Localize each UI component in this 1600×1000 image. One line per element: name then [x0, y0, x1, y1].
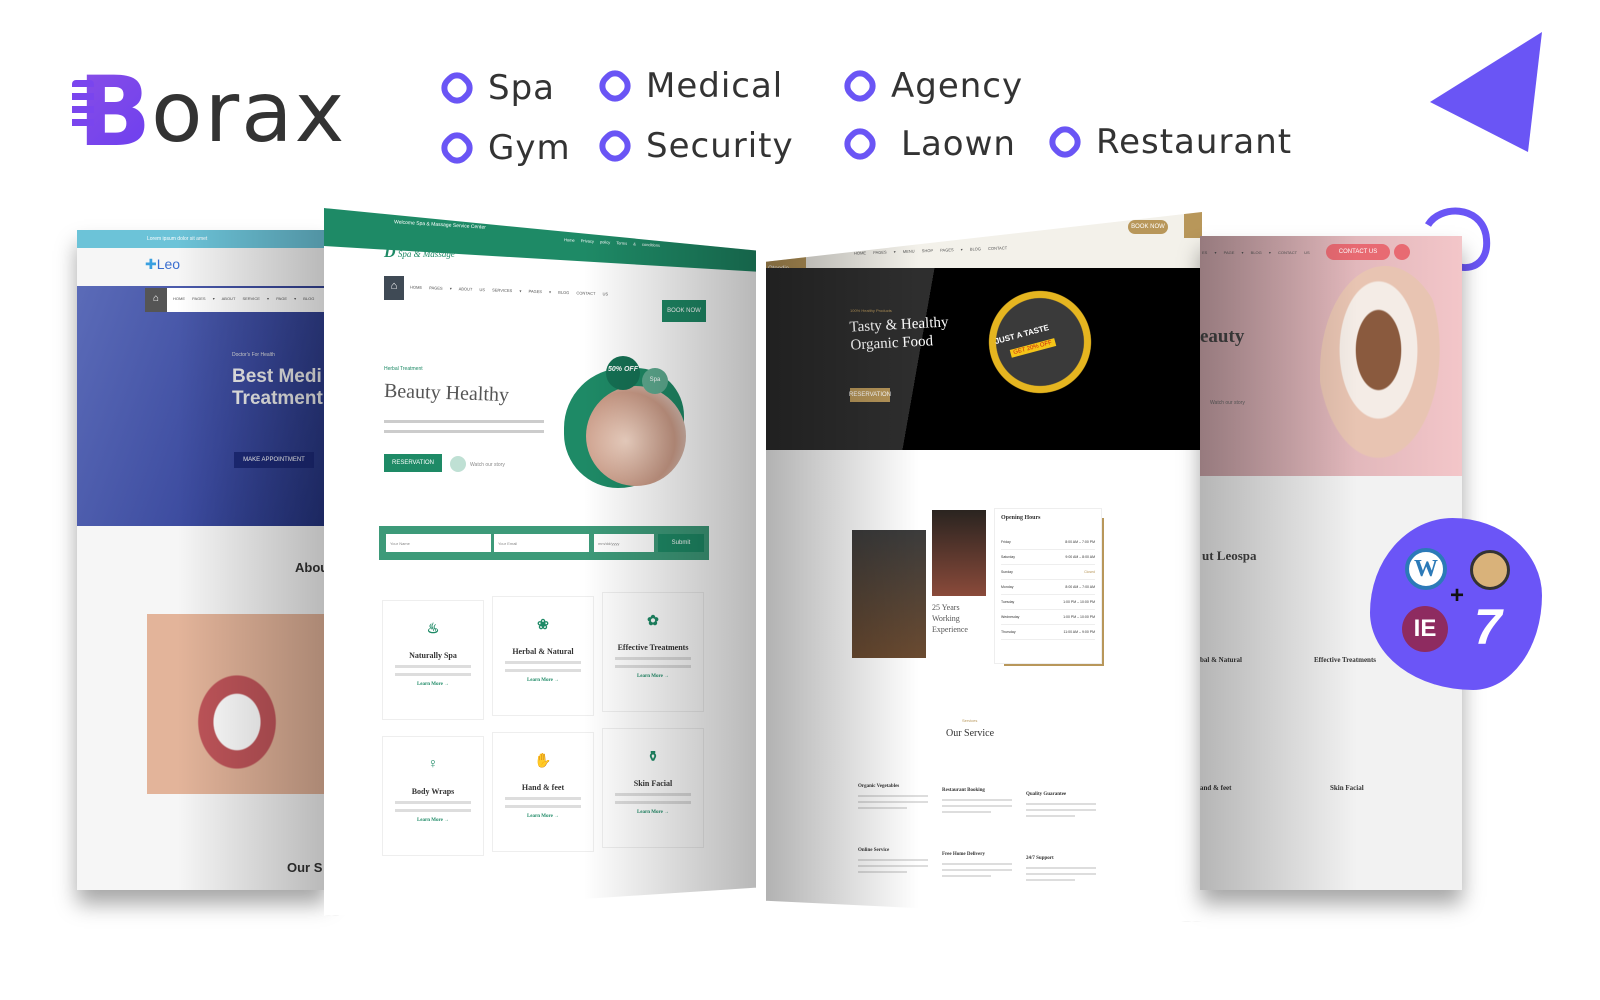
smile-image — [147, 614, 327, 794]
spa-nav[interactable]: HOME PAGES ▾ ABOUT US SERVICES ▾ PAGES ▾… — [410, 285, 608, 297]
ring-icon — [435, 126, 479, 170]
contact-us-button[interactable]: CONTACT US — [1326, 244, 1390, 260]
reservation-button[interactable]: RESERVATION — [384, 454, 442, 472]
spa-topbar — [324, 208, 756, 272]
category-agency: Agency — [838, 64, 1023, 108]
food-hero — [766, 268, 1202, 450]
email-input[interactable]: Your Email — [494, 534, 589, 552]
service-card: ❀ Herbal & Natural Learn More → — [492, 596, 594, 716]
category-medical: Medical — [593, 64, 783, 108]
ring-icon — [838, 122, 882, 166]
service-card: ♀ Body Wraps Learn More → — [382, 736, 484, 856]
service-card: ♨ Naturally Spa Learn More → — [382, 600, 484, 720]
search-icon[interactable] — [1394, 244, 1410, 260]
menu-icon[interactable] — [1184, 212, 1202, 238]
hours-row: Sunday Closed — [1001, 565, 1095, 580]
woman-face-mask-image — [1320, 266, 1450, 476]
medical-nav-items[interactable]: HOME PAGES ▾ ABOUT SERVICE ▾ PAGE ▾ BLOG — [173, 296, 314, 301]
ring-icon — [435, 66, 479, 110]
service-item: 24/7 Support — [1026, 856, 1096, 881]
restaurant-template-preview: Otoodie HOME PAGES ▾ MENU SHOP PAGES ▾ B… — [766, 212, 1202, 922]
hours-row: Tuesday 1:00 PM – 10:00 PM — [1001, 595, 1095, 610]
ring-icon — [593, 64, 637, 108]
spa-logo: D Spa & Massage — [384, 244, 455, 261]
hours-row: Friday 8:00 AM – 7:00 PM — [1001, 535, 1095, 550]
spa-template-preview: Welcome Spa & Massage Service Center Hom… — [324, 208, 756, 916]
elementor-icon: IE — [1402, 606, 1448, 652]
medical-logo: ✚Leo — [145, 256, 181, 272]
opening-hours-card: Opening Hours Friday 8:00 AM – 7:00 PM Sat… — [994, 508, 1102, 664]
service-card: ✿ Effective Treatments Learn More → — [602, 592, 704, 712]
medical-title: Best Medi Treatment — [232, 366, 323, 409]
triangle-decoration-icon — [1430, 32, 1542, 152]
medical-topbar: Lorem ipsum dolor sit amet — [77, 230, 327, 248]
service-card: ✋ Hand & feet Learn More → — [492, 732, 594, 852]
service-item: Restaurant Booking — [942, 788, 1012, 813]
book-now-button[interactable]: BOOK NOW — [662, 300, 706, 322]
book-now-button[interactable]: BOOK NOW — [1128, 220, 1168, 234]
reservation-button[interactable]: RESERVATION — [849, 388, 891, 402]
logo-initial: B — [71, 56, 152, 168]
brand-logo: Borax — [71, 56, 347, 168]
submit-button[interactable]: Submit — [658, 534, 704, 552]
chef-image — [852, 530, 926, 658]
our-service-heading: Our Service — [946, 728, 995, 739]
ring-icon — [1043, 120, 1087, 164]
contact-form-7-icon: 7 — [1474, 599, 1502, 655]
hours-row: Wednesday 1:00 PM – 10:00 PM — [1001, 610, 1095, 625]
spa-title: Beauty Healthy — [383, 379, 510, 407]
ring-icon — [838, 64, 882, 108]
service-card: ⚱ Skin Facial Learn More → — [602, 728, 704, 848]
beauty-nav[interactable]: ES ▾ PAGE ▾ BLOG ▾ CONTACT US — [1202, 250, 1310, 255]
ring-icon — [593, 124, 637, 168]
food-title: Tasty & Healthy Organic Food — [849, 314, 949, 354]
category-laown: Laown — [838, 122, 1016, 166]
make-appointment-button[interactable]: MAKE APPOINTMENT — [234, 452, 314, 468]
food-image — [932, 510, 986, 596]
medical-template-preview: Lorem ipsum dolor sit amet ✚Leo ⌂ HOME P… — [77, 230, 327, 890]
plus-icon: + — [1450, 582, 1465, 609]
spa-massage-image — [586, 386, 686, 486]
service-item: Online Service — [858, 848, 928, 873]
date-input[interactable]: mm/dd/yyyy — [594, 534, 654, 552]
hours-row: Thursday 11:00 AM – 9:00 PM — [1001, 625, 1095, 640]
experience-text: 25 Years Working Experience — [932, 603, 968, 634]
play-icon[interactable] — [450, 456, 466, 472]
hours-row: Saturday 9:00 AM – 8:00 AM — [1001, 550, 1095, 565]
category-security: Security — [593, 124, 794, 168]
service-item: Quality Guarantee — [1026, 792, 1096, 817]
name-input[interactable]: Your Name — [386, 534, 491, 552]
service-item: Organic Vegetables — [858, 784, 928, 809]
discount-badge: 50% OFF — [606, 356, 640, 390]
home-icon[interactable]: ⌂ — [145, 288, 167, 312]
logo-text: orax — [151, 63, 347, 161]
service-item: Free Home Delivery — [942, 852, 1012, 877]
category-restaurant: Restaurant — [1043, 120, 1292, 164]
wordpress-icon: W — [1405, 548, 1447, 590]
hours-row: Monday 8:00 AM – 7:00 AM — [1001, 580, 1095, 595]
mailchimp-icon — [1470, 550, 1510, 590]
category-spa: Spa — [435, 66, 555, 110]
category-gym: Gym — [435, 126, 571, 170]
home-icon[interactable]: ⌂ — [384, 276, 404, 300]
